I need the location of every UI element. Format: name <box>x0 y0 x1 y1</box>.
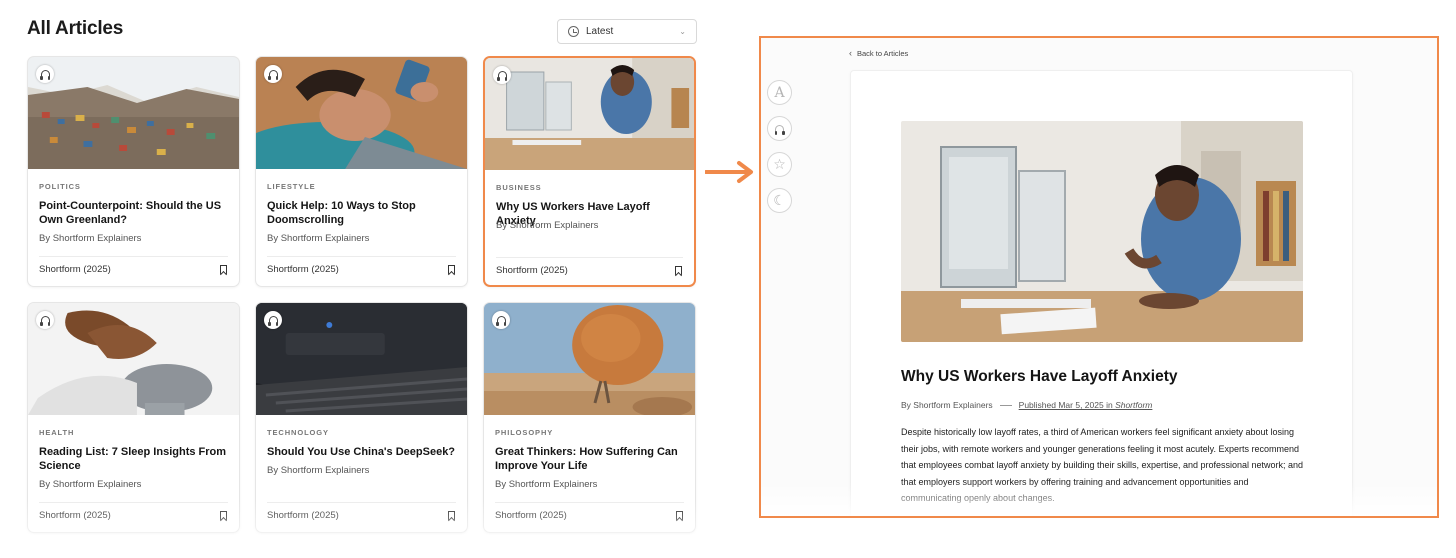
moon-icon: ☾ <box>773 192 786 208</box>
headphones-icon <box>497 71 507 81</box>
audio-badge[interactable] <box>493 66 511 84</box>
headphones-icon <box>496 316 506 326</box>
published-prefix: Published Mar 5, 2025 in <box>1018 400 1116 410</box>
article-author: By Shortform Explainers <box>901 400 993 410</box>
bookmark-icon[interactable] <box>676 511 683 520</box>
bookmark-icon[interactable] <box>220 265 227 274</box>
article-byline: By Shortform Explainers <box>39 233 142 244</box>
bookmark-icon[interactable] <box>220 511 227 520</box>
publication-name: Shortform <box>1115 400 1153 410</box>
headphones-icon <box>774 124 785 135</box>
headphones-icon <box>268 316 278 326</box>
article-thumbnail <box>256 303 467 415</box>
font-size-icon: A <box>774 84 785 101</box>
article-title[interactable]: Point-Counterpoint: Should the US Own Gr… <box>39 199 231 227</box>
bookmark-icon[interactable] <box>448 511 455 520</box>
article-card-selected[interactable]: BUSINESS Why US Workers Have Layoff Anxi… <box>483 56 696 287</box>
article-category: HEALTH <box>39 428 75 437</box>
article-thumbnail <box>256 57 467 169</box>
article-byline: By Shortform Explainers <box>267 233 370 244</box>
audio-badge[interactable] <box>492 311 510 329</box>
detail-fade <box>761 482 1437 516</box>
arrow-right-icon <box>705 161 753 183</box>
article-title[interactable]: Reading List: 7 Sleep Insights From Scie… <box>39 445 231 473</box>
published-link[interactable]: Published Mar 5, 2025 in Shortform <box>1019 400 1153 410</box>
card-divider <box>39 256 228 257</box>
article-detail-view: ‹ Back to Articles A ☆ ☾ Why US Workers … <box>759 36 1439 518</box>
article-category: PHILOSOPHY <box>495 428 554 437</box>
headphones-icon <box>268 70 278 80</box>
article-thumbnail <box>485 58 694 170</box>
audio-badge[interactable] <box>36 65 54 83</box>
article-source: Shortform (2025) <box>495 510 567 521</box>
article-source: Shortform (2025) <box>496 265 568 276</box>
article-card[interactable]: HEALTH Reading List: 7 Sleep Insights Fr… <box>27 302 240 533</box>
article-title[interactable]: Great Thinkers: How Suffering Can Improv… <box>495 445 687 473</box>
article-category: BUSINESS <box>496 183 542 192</box>
article-meta: By Shortform Explainers Published Mar 5,… <box>901 400 1152 410</box>
article-category: TECHNOLOGY <box>267 428 329 437</box>
card-divider <box>267 256 456 257</box>
meta-separator <box>999 404 1012 406</box>
audio-badge[interactable] <box>36 311 54 329</box>
article-thumbnail <box>28 57 239 169</box>
headphones-icon <box>40 316 50 326</box>
back-to-articles-link[interactable]: ‹ Back to Articles <box>849 48 908 58</box>
article-source: Shortform (2025) <box>39 510 111 521</box>
card-divider <box>39 502 228 503</box>
article-panel: Why US Workers Have Layoff Anxiety By Sh… <box>850 70 1353 516</box>
sort-label: Latest <box>586 26 614 37</box>
article-byline: By Shortform Explainers <box>39 479 142 490</box>
audio-badge[interactable] <box>264 311 282 329</box>
sort-dropdown[interactable]: Latest ⌄ <box>557 19 697 44</box>
card-divider <box>495 502 684 503</box>
chevron-left-icon: ‹ <box>849 48 852 58</box>
article-card[interactable]: POLITICS Point-Counterpoint: Should the … <box>27 56 240 287</box>
article-thumbnail <box>484 303 695 415</box>
reader-toolbar: A ☆ ☾ <box>767 80 792 213</box>
article-byline: By Shortform Explainers <box>496 220 599 231</box>
clock-icon <box>568 26 579 37</box>
bookmark-icon[interactable] <box>448 265 455 274</box>
favorite-button[interactable]: ☆ <box>767 152 792 177</box>
chevron-down-icon: ⌄ <box>679 27 686 36</box>
article-card[interactable]: TECHNOLOGY Should You Use China's DeepSe… <box>255 302 468 533</box>
article-source: Shortform (2025) <box>39 264 111 275</box>
bookmark-icon[interactable] <box>675 266 682 275</box>
card-divider <box>267 502 456 503</box>
article-hero-image <box>901 121 1303 342</box>
article-title[interactable]: Should You Use China's DeepSeek? <box>267 445 459 459</box>
star-icon: ☆ <box>773 156 786 172</box>
card-divider <box>496 257 683 258</box>
article-card[interactable]: LIFESTYLE Quick Help: 10 Ways to Stop Do… <box>255 56 468 287</box>
audio-badge[interactable] <box>264 65 282 83</box>
page-title: All Articles <box>27 18 124 39</box>
listen-button[interactable] <box>767 116 792 141</box>
article-thumbnail <box>28 303 239 415</box>
article-card[interactable]: PHILOSOPHY Great Thinkers: How Suffering… <box>483 302 696 533</box>
article-byline: By Shortform Explainers <box>267 465 370 476</box>
font-size-button[interactable]: A <box>767 80 792 105</box>
back-label: Back to Articles <box>857 48 909 58</box>
article-byline: By Shortform Explainers <box>495 479 598 490</box>
article-title[interactable]: Quick Help: 10 Ways to Stop Doomscrollin… <box>267 199 459 227</box>
article-source: Shortform (2025) <box>267 510 339 521</box>
article-category: LIFESTYLE <box>267 182 316 191</box>
article-detail-title: Why US Workers Have Layoff Anxiety <box>901 368 1178 385</box>
article-source: Shortform (2025) <box>267 264 339 275</box>
article-category: POLITICS <box>39 182 81 191</box>
headphones-icon <box>40 70 50 80</box>
dark-mode-button[interactable]: ☾ <box>767 188 792 213</box>
